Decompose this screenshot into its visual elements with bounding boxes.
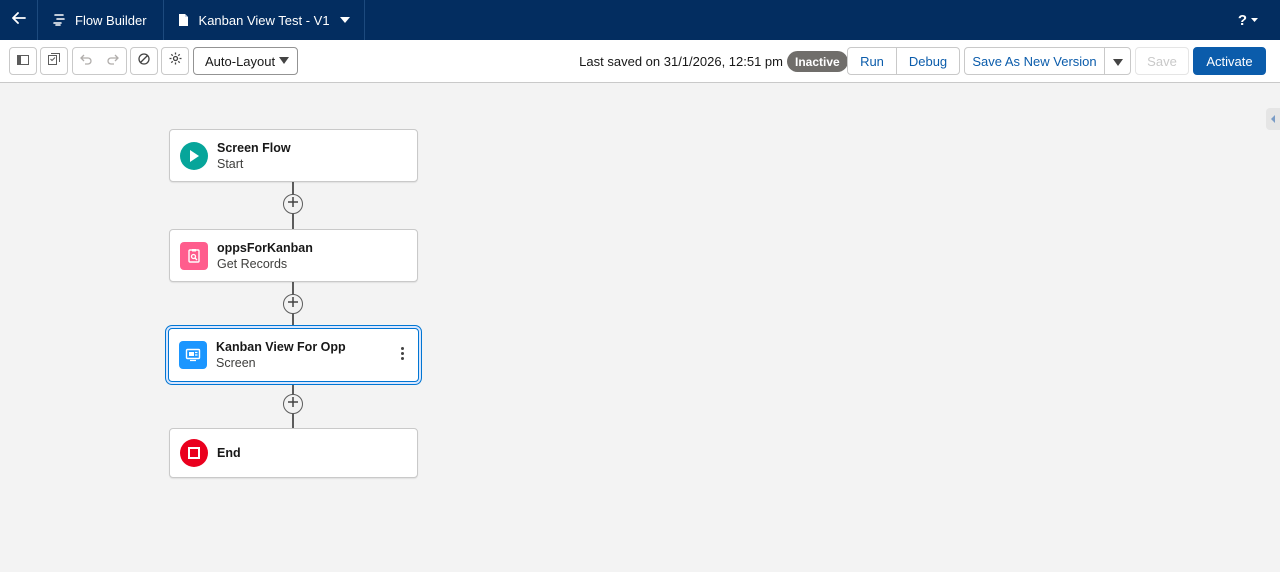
copy-icon [48, 52, 60, 70]
chevron-down-icon [279, 57, 289, 64]
toggle-panel-button[interactable] [9, 47, 37, 75]
flow-name-menu[interactable]: Kanban View Test - V1 [164, 0, 365, 40]
flow-node-get-records[interactable]: oppsForKanban Get Records [169, 229, 418, 282]
add-element-button[interactable] [283, 394, 303, 414]
app-header: Flow Builder Kanban View Test - V1 ? [0, 0, 1280, 40]
undo-icon [80, 52, 92, 70]
help-icon: ? [1237, 11, 1247, 29]
flow-name-label: Kanban View Test - V1 [198, 12, 330, 28]
node-title: Screen Flow [217, 140, 291, 155]
redo-icon [106, 52, 119, 70]
flow-node-end[interactable]: End [169, 428, 418, 478]
more-actions-icon[interactable] [401, 347, 404, 360]
node-type: Get Records [217, 256, 288, 271]
help-menu[interactable]: ? [1238, 0, 1258, 40]
node-type: Start [217, 156, 244, 171]
node-title: Kanban View For Opp [216, 340, 346, 354]
play-icon [180, 141, 208, 170]
status-badge: Inactive [787, 51, 848, 72]
settings-button[interactable] [161, 47, 189, 75]
chevron-down-icon [1112, 54, 1123, 69]
stop-icon [180, 439, 208, 467]
layout-select[interactable]: Auto-Layout [193, 47, 298, 75]
activate-button[interactable]: Activate [1193, 47, 1266, 75]
layout-select-value: Auto-Layout [205, 53, 276, 69]
app-name: Flow Builder [38, 0, 164, 40]
run-button[interactable]: Run [847, 47, 897, 75]
app-name-label: Flow Builder [75, 12, 147, 28]
chevron-down-icon [1251, 18, 1258, 22]
screen-icon [179, 341, 207, 369]
errors-button[interactable] [130, 47, 158, 75]
back-button[interactable] [0, 0, 38, 40]
toolbar: Auto-Layout Last saved on 31/1/2026, 12:… [0, 40, 1280, 130]
undo-button[interactable] [72, 47, 100, 75]
toggle-details-button[interactable] [40, 47, 68, 75]
flow-canvas[interactable]: Screen Flow Start oppsForKanban Get Reco… [0, 83, 1280, 572]
plus-icon [287, 395, 299, 413]
node-title: oppsForKanban [217, 240, 313, 255]
node-type: Screen [216, 356, 256, 370]
document-icon [178, 13, 189, 27]
last-saved-text: Last saved on 31/1/2026, 12:51 pm [579, 54, 783, 69]
gear-icon [169, 52, 182, 70]
add-element-button[interactable] [283, 194, 303, 214]
get-records-icon [180, 241, 208, 270]
save-button[interactable]: Save [1135, 47, 1189, 75]
node-title: End [217, 446, 241, 460]
flow-icon [52, 13, 66, 27]
ban-icon [138, 52, 150, 70]
debug-button[interactable]: Debug [896, 47, 960, 75]
save-as-new-version-button[interactable]: Save As New Version [964, 47, 1105, 75]
flow-node-screen[interactable]: Kanban View For Opp Screen [168, 328, 419, 382]
arrow-left-icon [11, 11, 26, 29]
panel-icon [17, 52, 29, 70]
save-options-button[interactable] [1104, 47, 1131, 75]
plus-icon [287, 295, 299, 313]
add-element-button[interactable] [283, 294, 303, 314]
redo-button[interactable] [99, 47, 127, 75]
plus-icon [287, 195, 299, 213]
chevron-down-icon [339, 17, 350, 23]
flow-node-start[interactable]: Screen Flow Start [169, 129, 418, 182]
